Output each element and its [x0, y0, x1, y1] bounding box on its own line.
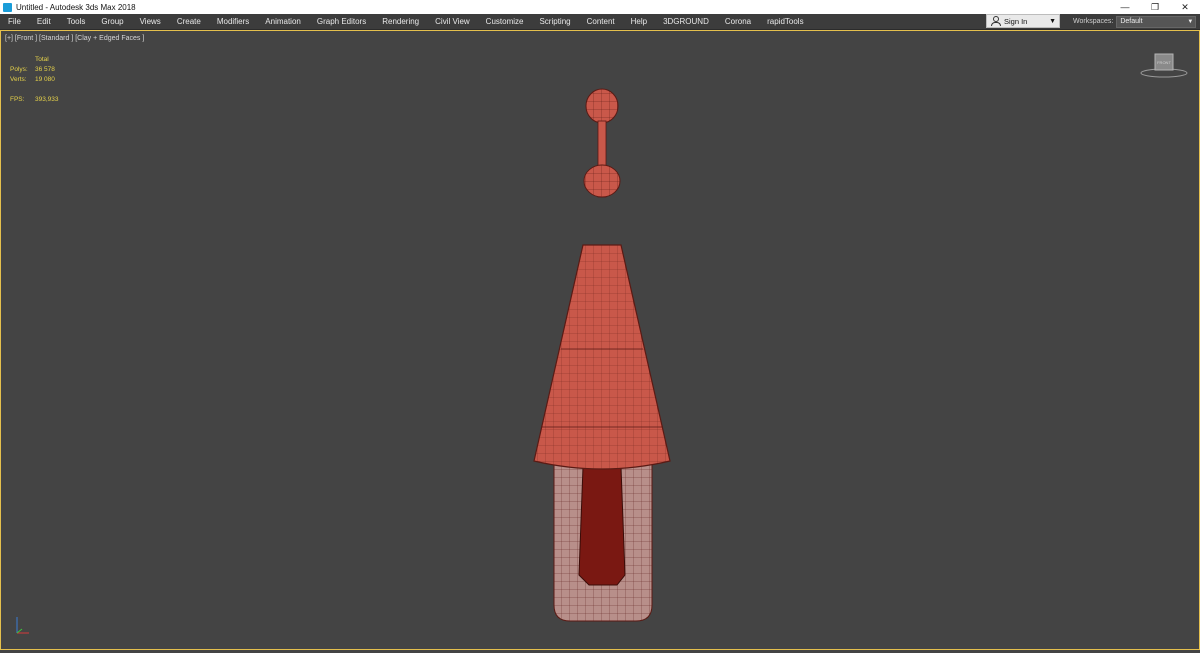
app-icon — [3, 2, 12, 12]
workspaces-label: Workspaces: — [1073, 18, 1114, 25]
menu-corona[interactable]: Corona — [717, 17, 759, 26]
viewport-statistics: Total Polys: 36 578 Verts: 19 080 FPS: 3… — [10, 55, 59, 105]
menu-edit[interactable]: Edit — [29, 17, 59, 26]
menu-3dground[interactable]: 3DGROUND — [655, 17, 717, 26]
menu-rendering[interactable]: Rendering — [374, 17, 427, 26]
chevron-down-icon: ▼ — [1049, 17, 1056, 25]
menu-create[interactable]: Create — [169, 17, 209, 26]
menu-modifiers[interactable]: Modifiers — [209, 17, 257, 26]
close-button[interactable]: ✕ — [1170, 0, 1200, 14]
menu-scripting[interactable]: Scripting — [531, 17, 578, 26]
menu-tools[interactable]: Tools — [59, 17, 94, 26]
user-icon — [990, 16, 1001, 26]
fps-value: 393,933 — [35, 96, 59, 103]
viewcube-icon[interactable]: FRONT — [1139, 51, 1189, 81]
window-controls: — ❐ ✕ — [1110, 0, 1200, 14]
menu-views[interactable]: Views — [132, 17, 169, 26]
inner-insert — [578, 466, 626, 586]
minimize-button[interactable]: — — [1110, 0, 1140, 14]
workspace-dropdown[interactable]: Default ▼ — [1116, 15, 1197, 28]
viewcube-face-label: FRONT — [1157, 60, 1171, 65]
sign-in-label: Sign In — [1004, 16, 1028, 26]
menu-graph-editors[interactable]: Graph Editors — [309, 17, 374, 26]
lamp-model[interactable] — [521, 85, 681, 653]
fps-label: FPS: — [10, 96, 25, 103]
chevron-down-icon: ▼ — [1187, 18, 1194, 25]
title-bar: Untitled - Autodesk 3ds Max 2018 — ❐ ✕ — [0, 0, 1200, 14]
restore-button[interactable]: ❐ — [1140, 0, 1170, 14]
sign-in-dropdown[interactable]: Sign In ▼ — [986, 14, 1060, 28]
verts-value: 19 080 — [35, 76, 55, 83]
window-title: Untitled - Autodesk 3ds Max 2018 — [16, 2, 136, 12]
axis-tripod-icon — [16, 617, 29, 634]
menu-group[interactable]: Group — [93, 17, 131, 26]
menu-rapidtools[interactable]: rapidTools — [759, 17, 811, 26]
polys-label: Polys: — [10, 66, 28, 73]
stats-header: Total — [35, 56, 49, 63]
menu-file[interactable]: File — [0, 17, 29, 26]
polys-value: 36 578 — [35, 66, 55, 73]
menu-customize[interactable]: Customize — [478, 17, 532, 26]
front-viewport[interactable]: [+] [Front ] [Standard ] [Clay + Edged F… — [0, 30, 1200, 650]
menu-help[interactable]: Help — [623, 17, 655, 26]
menu-content[interactable]: Content — [579, 17, 623, 26]
workspaces-selector: Workspaces: Default ▼ — [1073, 14, 1197, 29]
verts-label: Verts: — [10, 76, 27, 83]
viewport-label[interactable]: [+] [Front ] [Standard ] [Clay + Edged F… — [5, 35, 144, 42]
menu-animation[interactable]: Animation — [257, 17, 309, 26]
menu-civil-view[interactable]: Civil View — [427, 17, 478, 26]
workspace-selected: Default — [1120, 18, 1143, 25]
